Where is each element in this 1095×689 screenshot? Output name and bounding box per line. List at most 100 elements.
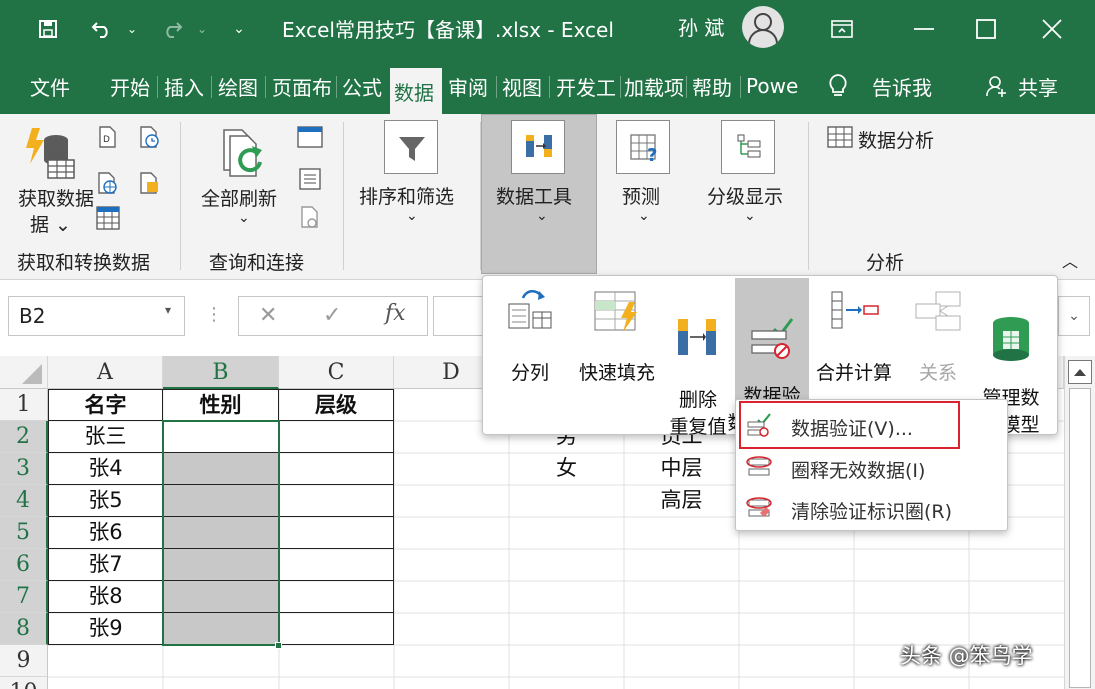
maximize-icon[interactable] (966, 0, 1006, 58)
data-analysis-icon[interactable] (827, 126, 853, 148)
tab-power-pivot[interactable]: Powe (746, 70, 804, 102)
table-cell-c5[interactable] (279, 517, 394, 549)
edit-links-icon[interactable] (299, 206, 321, 228)
table-cell-a4[interactable]: 张5 (48, 485, 163, 517)
tab-file[interactable]: 文件 (30, 70, 70, 102)
scroll-thumb[interactable] (1069, 388, 1091, 688)
queries-connections-icon[interactable] (297, 126, 323, 148)
table-cell-a8[interactable]: 张9 (48, 613, 163, 645)
table-cell-a6[interactable]: 张7 (48, 549, 163, 581)
table-cell-c6[interactable] (279, 549, 394, 581)
expand-formula-bar-icon[interactable]: ⌄ (1058, 296, 1090, 336)
lightbulb-icon[interactable] (828, 70, 850, 102)
tab-add-ins[interactable]: 加载项 (624, 70, 684, 102)
table-cell-c7[interactable] (279, 581, 394, 613)
data-analysis-label[interactable]: 数据分析 (858, 126, 934, 153)
tab-formulas[interactable]: 公式 (342, 70, 386, 102)
remove-duplicates-button[interactable]: 删除 重复值 (663, 288, 733, 438)
row-header-7[interactable]: 7 (0, 581, 48, 613)
row-header-8[interactable]: 8 (0, 613, 48, 645)
outline-dropdown-icon[interactable]: ⌄ (744, 208, 756, 224)
insert-function-icon[interactable]: fx (385, 301, 406, 326)
header-cell-gender[interactable]: 性别 (163, 389, 279, 421)
tab-view[interactable]: 视图 (502, 70, 546, 102)
menu-item-circle-invalid[interactable]: 圈释无效数据(I) (736, 448, 1009, 488)
outline-icon[interactable] (721, 120, 775, 174)
sort-filter-label[interactable]: 排序和筛选 (359, 182, 454, 209)
table-cell-a5[interactable]: 张6 (48, 517, 163, 549)
table-cell-c2[interactable] (279, 421, 394, 453)
minimize-icon[interactable] (904, 0, 944, 58)
header-cell-level[interactable]: 层级 (279, 389, 394, 421)
recent-sources-icon[interactable] (138, 126, 160, 148)
close-icon[interactable] (1032, 0, 1072, 58)
sort-filter-icon[interactable] (384, 120, 438, 174)
header-cell-name[interactable]: 名字 (48, 389, 163, 421)
formula-bar-drag-handle[interactable]: ⋮ (205, 304, 223, 325)
share-person-icon[interactable] (986, 70, 1008, 102)
data-tools-label[interactable]: 数据工具 (496, 182, 572, 209)
manage-data-model-button[interactable]: 管理数 据模型 (973, 288, 1049, 436)
existing-connections-icon[interactable] (138, 172, 160, 194)
row-header-2[interactable]: 2 (0, 421, 48, 453)
text-to-columns-button[interactable]: 分列 (489, 288, 571, 412)
data-tools-icon[interactable] (511, 120, 565, 174)
share-button[interactable]: 共享 (1018, 70, 1064, 102)
forecast-dropdown-icon[interactable]: ⌄ (638, 208, 650, 224)
name-box-dropdown-icon[interactable]: ▾ (165, 303, 171, 317)
row-header-6[interactable]: 6 (0, 549, 48, 581)
tell-me-search[interactable]: 告诉我 (872, 70, 938, 102)
table-cell-c3[interactable] (279, 453, 394, 485)
flash-fill-button[interactable]: 快速填充 (571, 288, 663, 412)
user-name[interactable]: 孙 斌 (678, 12, 724, 41)
get-data-label-2[interactable]: 据 ⌄ (30, 210, 71, 237)
cell-e3[interactable]: 女 (509, 453, 624, 485)
outline-label[interactable]: 分级显示 (707, 182, 783, 209)
sort-filter-dropdown-icon[interactable]: ⌄ (406, 208, 418, 224)
cell-f4[interactable]: 高层 (624, 485, 739, 517)
refresh-dropdown-icon[interactable]: ⌄ (238, 210, 250, 226)
row-header-9[interactable]: 9 (0, 645, 48, 677)
table-cell-a2[interactable]: 张三 (48, 421, 163, 453)
tab-page-layout[interactable]: 页面布 (272, 70, 334, 102)
tab-review[interactable]: 审阅 (448, 70, 492, 102)
formula-input[interactable] (433, 296, 489, 336)
redo-dropdown-icon[interactable]: ⌄ (192, 0, 212, 58)
scroll-up-button[interactable] (1068, 360, 1092, 384)
row-header-10[interactable]: 10 (0, 677, 48, 689)
get-data-label[interactable]: 获取数据 (18, 184, 94, 211)
from-table-icon[interactable] (96, 206, 120, 230)
column-header-c[interactable]: C (279, 356, 394, 389)
forecast-label[interactable]: 预测 (622, 182, 660, 209)
fill-handle[interactable] (275, 642, 282, 649)
consolidate-button[interactable]: 合并计算 (809, 288, 899, 412)
refresh-all-label[interactable]: 全部刷新 (201, 184, 277, 211)
table-cell-c4[interactable] (279, 485, 394, 517)
refresh-all-icon[interactable] (218, 128, 270, 184)
save-icon[interactable] (30, 0, 66, 58)
tab-data[interactable]: 数据 (390, 68, 442, 114)
tab-insert[interactable]: 插入 (164, 70, 208, 102)
select-all-corner[interactable] (0, 356, 48, 389)
row-header-4[interactable]: 4 (0, 485, 48, 517)
ribbon-display-options-icon[interactable] (822, 0, 862, 58)
table-cell-a3[interactable]: 张4 (48, 453, 163, 485)
undo-dropdown-icon[interactable]: ⌄ (122, 0, 142, 58)
get-data-icon[interactable] (22, 126, 78, 182)
tab-home[interactable]: 开始 (110, 70, 154, 102)
column-header-b[interactable]: B (163, 356, 279, 389)
undo-icon[interactable] (86, 0, 118, 58)
properties-icon[interactable] (299, 168, 321, 190)
from-text-icon[interactable]: D (96, 126, 118, 148)
name-box[interactable]: B2 ▾ (8, 296, 185, 336)
table-cell-a7[interactable]: 张8 (48, 581, 163, 613)
avatar[interactable] (742, 6, 784, 48)
row-header-1[interactable]: 1 (0, 389, 48, 421)
row-header-3[interactable]: 3 (0, 453, 48, 485)
data-tools-dropdown-icon[interactable]: ⌄ (536, 208, 548, 224)
customize-quick-access-icon[interactable]: ⌄ (228, 0, 250, 58)
tab-draw[interactable]: 绘图 (218, 70, 262, 102)
enter-icon[interactable]: ✓ (323, 303, 341, 328)
menu-item-clear-circles[interactable]: 清除验证标识圈(R) (736, 489, 1009, 529)
cancel-icon[interactable]: ✕ (259, 303, 277, 328)
